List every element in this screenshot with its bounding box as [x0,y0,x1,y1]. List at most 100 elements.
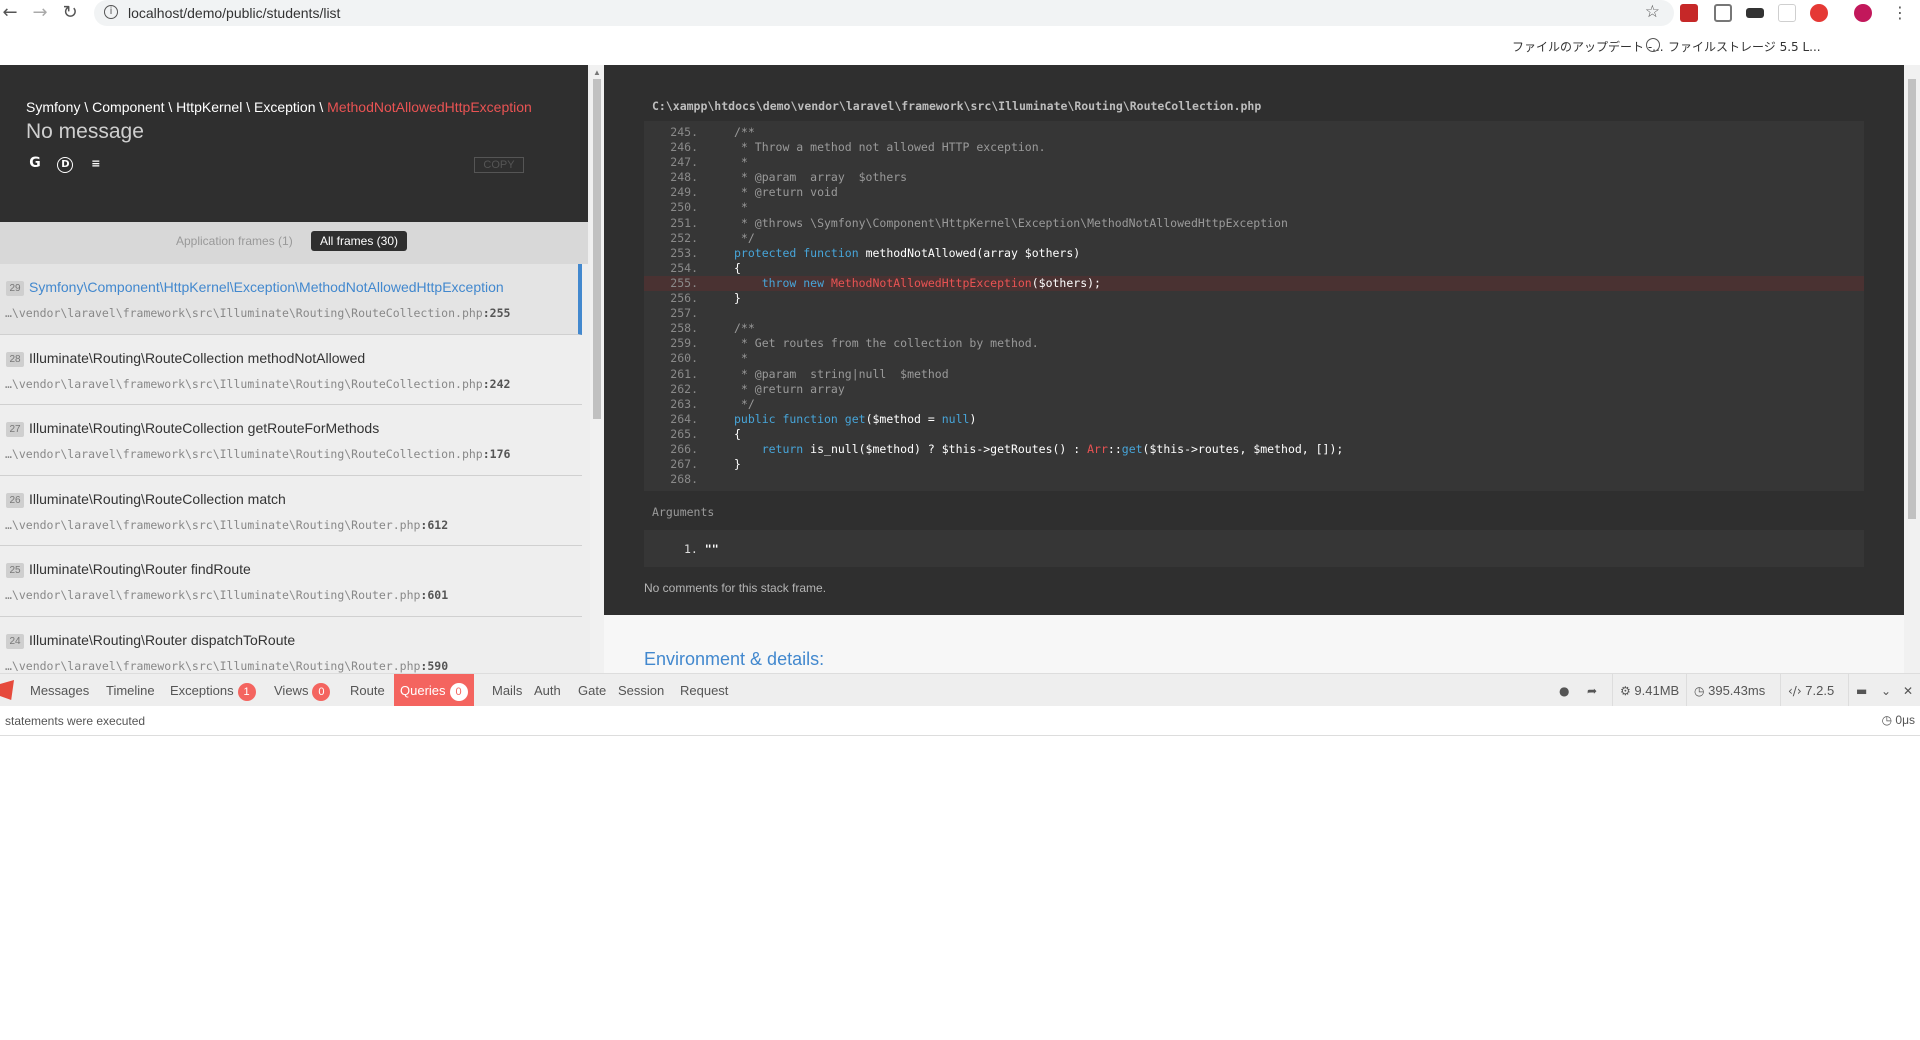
debugbar-tab-views[interactable]: Views 0 [268,674,336,707]
line-number: 260. [670,351,698,366]
frame-file: …\vendor\laravel\framework\src\Illuminat… [5,377,510,391]
stack-frame[interactable]: 29 Symfony\Component\HttpKernel\Exception… [0,264,582,335]
code-block: 245./** 246. * Throw a method not allowed… [644,121,1864,491]
line-source: * @return void [734,185,838,199]
debugbar-tab-session[interactable]: Session [612,674,670,707]
red-extension-icon[interactable] [1810,4,1828,22]
forward-icon[interactable]: → [30,3,50,23]
scroll-up-icon[interactable]: ▲ [593,68,601,77]
stack-frame[interactable]: 24 Illuminate\Routing\Router dispatchToRo… [0,616,582,673]
terminal-extension-icon[interactable] [1746,8,1764,18]
frame-line: :255 [482,306,511,320]
google-icon[interactable]: G [27,155,43,171]
code-token: null [941,411,970,426]
page-scrollbar[interactable] [1904,65,1920,673]
duckduckgo-icon[interactable]: D [57,157,74,173]
copy-button[interactable]: COPY [474,157,524,173]
back-icon[interactable]: ← [0,3,20,23]
php-version[interactable]: ‹/› 7.2.5 [1780,674,1841,707]
stack-frame[interactable]: 25 Illuminate\Routing\Router findRoute …\v… [0,546,582,617]
code-line: 249. * @return void [644,185,1864,200]
stackoverflow-icon[interactable]: ≡ [88,157,104,173]
tab-all-frames[interactable]: All frames (30) [311,231,408,251]
frame-index: 26 [6,492,24,508]
info-icon[interactable]: i [104,5,118,19]
code-file-path[interactable]: C:\xampp\htdocs\demo\vendor\laravel\fram… [652,99,1261,113]
exception-header: Symfony \ Component \ HttpKernel \ Excep… [0,65,588,222]
line-number: 250. [670,200,698,215]
code-token: /** [734,321,755,336]
debugbar-tab-label: Request [680,683,729,698]
profile-avatar[interactable] [1854,4,1872,22]
user-icon[interactable]: ● [1552,674,1576,707]
scrollbar-thumb[interactable] [593,79,601,419]
frame-file: …\vendor\laravel\framework\src\Illuminat… [5,588,448,602]
environment-title: Environment & details: [644,649,825,669]
debugbar-tab-mails[interactable]: Mails [486,674,528,707]
clock-icon: ◷ [1694,684,1705,698]
stack-frame[interactable]: 28 Illuminate\Routing\RouteCollection met… [0,334,582,405]
debugbar-tab-route[interactable]: Route [344,674,391,707]
debugbar-tab-messages[interactable]: Messages [24,674,95,707]
line-number: 245. [670,125,698,139]
code-token: :: [1107,441,1122,456]
code-line: 253. protected function methodNotAllowed(… [644,246,1864,261]
close-icon[interactable]: ✕ [1896,674,1920,707]
url-text[interactable]: localhost/demo/public/students/list [128,5,340,21]
frame-index: 28 [6,351,24,367]
code-line: 252. */ [644,231,1864,246]
code-token: get [844,411,866,426]
debugbar-tab-auth[interactable]: Auth [528,674,567,707]
line-number: 247. [670,155,698,170]
address-bar[interactable]: i localhost/demo/public/students/list ☆ [94,0,1674,26]
left-scrollbar[interactable]: ▲ [590,65,604,673]
debugbar-tab-request[interactable]: Request [674,674,734,707]
request-duration[interactable]: ◷ 395.43ms [1686,674,1772,707]
bookmark-file-update[interactable]: ファイルのアップデート -... [1512,38,1664,55]
debugbar-tab-queries[interactable]: Queries 0 [394,674,474,707]
stack-frame[interactable]: 27 Illuminate\Routing\RouteCollection get… [0,405,582,476]
line-number: 265. [670,426,698,441]
frame-line: :612 [420,517,449,532]
debugbar-tab-exceptions[interactable]: Exceptions 1 [164,674,262,707]
argument-index: 1. [684,542,698,556]
frame-file-path: …\vendor\laravel\framework\src\Illuminat… [5,588,421,602]
code-line: 262. * @return array [644,382,1864,397]
page-scrollbar-thumb[interactable] [1908,79,1916,519]
share-icon[interactable]: ➦ [1580,674,1604,707]
code-token: protected function [734,245,866,260]
camera-extension-icon[interactable] [1714,4,1732,22]
line-number: 266. [670,441,698,456]
arguments-title: Arguments [652,505,715,519]
tab-application-frames[interactable]: Application frames (1) [176,234,293,248]
bookmark-file-storage[interactable]: ファイルストレージ 5.5 L... [1668,38,1821,55]
debugbar-tab-gate[interactable]: Gate [572,674,612,707]
open-folder-icon[interactable]: ▬ [1848,674,1874,707]
calendar-extension-icon[interactable] [1778,4,1796,22]
minimize-chevron-icon[interactable]: ⌄ [1874,674,1898,707]
code-token: methodNotAllowed(array $others) [865,245,1081,260]
debugbar-tab-timeline[interactable]: Timeline [100,674,161,707]
code-line: 260. * [644,351,1864,366]
line-source: /** [734,321,755,335]
debugbar-tab-label: Mails [492,683,523,698]
exception-class: Symfony \ Component \ HttpKernel \ Excep… [26,99,532,115]
frame-line: :242 [482,376,511,391]
memory-usage[interactable]: ⚙ 9.41MB [1612,674,1686,707]
stack-frame[interactable]: 26 Illuminate\Routing\RouteCollection mat… [0,475,582,546]
line-source: return is_null($method) ? $this->getRout… [734,441,1344,456]
code-line: 263. */ [644,397,1864,412]
reload-icon[interactable]: ↻ [60,3,80,23]
pdf-extension-icon[interactable] [1680,4,1698,22]
code-token: * @return void [734,185,838,200]
debugbar-logo[interactable] [0,680,14,700]
queries-time: ◷ 0μs [1882,713,1915,727]
debugbar-tab-label: Exceptions [170,683,234,698]
frame-index: 24 [6,633,24,649]
code-line: 261. * @param string|null $method [644,367,1864,382]
line-number: 255. [670,275,698,290]
menu-kebab-icon[interactable]: ⋮ [1890,3,1910,23]
line-number: 249. [670,185,698,200]
bookmark-star-icon[interactable]: ☆ [1645,2,1660,22]
line-source: protected function methodNotAllowed(arra… [734,246,1080,260]
